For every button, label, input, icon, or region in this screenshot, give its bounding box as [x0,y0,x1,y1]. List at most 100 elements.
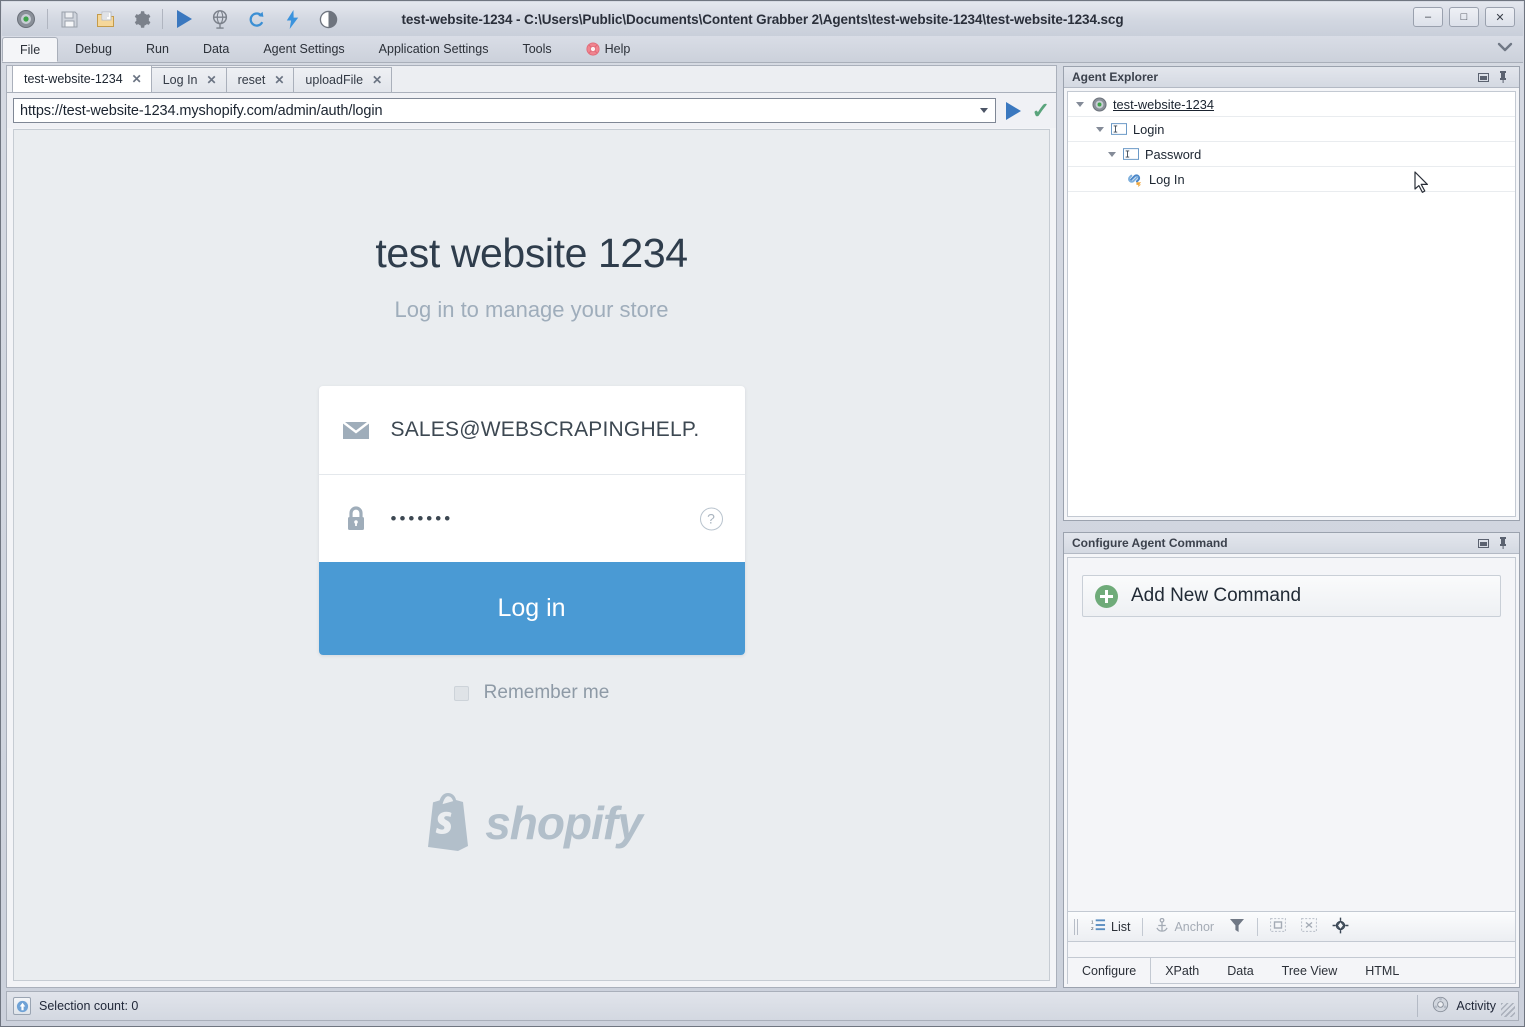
run-icon[interactable] [166,5,202,33]
select-box-icon [1270,918,1286,935]
resize-grip[interactable] [1501,1003,1515,1017]
tab-configure[interactable]: Configure [1067,958,1152,984]
tree-node-label: Log In [1149,171,1185,187]
pin-icon[interactable] [1493,535,1513,551]
refresh-icon[interactable] [238,5,274,33]
maximize-button[interactable]: □ [1449,7,1479,27]
tree-node-test-website-1234[interactable]: test-website-1234 [1068,92,1515,117]
tree-node-password[interactable]: Password [1068,142,1515,167]
contrast-icon[interactable] [310,5,346,33]
float-window-icon[interactable] [1473,535,1493,551]
help-icon[interactable]: ? [699,507,723,530]
agent-tree[interactable]: test-website-1234 Login Password Log In [1067,91,1516,517]
menu-item-file-label: File [20,42,41,57]
list-button-label: List [1111,919,1131,934]
status-bar: Selection count: 0 Activity [6,991,1519,1021]
target-button[interactable] [1326,914,1355,939]
navigate-button[interactable] [1005,101,1021,120]
link-action-icon [1124,171,1146,187]
menu-item-agent-settings[interactable]: Agent Settings [246,36,361,62]
chevron-down-icon[interactable] [979,108,988,113]
tab-data[interactable]: Data [1213,958,1267,984]
envelope-icon [341,420,371,441]
menu-item-file[interactable]: File [2,37,59,62]
target-icon [1332,917,1349,937]
agent-root-icon [1088,96,1110,112]
globe-icon[interactable] [202,5,238,33]
lightning-icon[interactable] [274,5,310,33]
remember-me-checkbox[interactable] [453,685,469,701]
anchor-button[interactable]: Anchor [1149,914,1220,939]
browser-tab-uploadfile[interactable]: uploadFile ✕ [293,67,393,92]
tab-html[interactable]: HTML [1351,958,1413,984]
activity-icon [1432,996,1449,1016]
close-icon[interactable]: ✕ [274,73,284,87]
tree-node-log-in[interactable]: Log In [1068,167,1515,192]
shopify-logo: shopify [14,789,1049,856]
log-in-button[interactable]: Log in [318,562,745,655]
menu-item-application-settings[interactable]: Application Settings [362,36,506,62]
minimize-button[interactable]: – [1413,7,1443,27]
configure-panel-header: Configure Agent Command [1064,533,1519,554]
expand-toggle-icon[interactable] [1092,126,1108,132]
browser-tab-test-website-1234[interactable]: test-website-1234 ✕ [12,65,152,92]
activity-indicator[interactable]: Activity [1417,995,1512,1017]
check-icon[interactable]: ✓ [1032,99,1050,122]
open-folder-icon[interactable] [87,5,123,33]
menu-item-debug-label: Debug [75,42,112,56]
settings-gear-icon[interactable] [123,5,159,33]
tab-xpath[interactable]: XPath [1151,958,1213,984]
toolbar-divider [1142,917,1144,936]
tab-data-label: Data [1227,964,1254,978]
toolbar-divider-2 [1257,917,1259,936]
email-field-row[interactable]: SALES@WEBSCRAPINGHELP. [319,386,745,474]
menu-item-data[interactable]: Data [186,36,246,62]
page-subtitle: Log in to manage your store [394,297,669,322]
float-window-icon[interactable] [1473,69,1493,85]
web-page-viewport: test website 1234 Log in to manage your … [13,129,1050,981]
tree-node-login[interactable]: Login [1068,117,1515,142]
remember-me-label: Remember me [483,682,610,703]
expand-toggle-icon[interactable] [1072,101,1088,107]
tree-node-label: Login [1133,121,1165,137]
anchor-button-label: Anchor [1174,919,1215,934]
expand-toggle-icon[interactable] [1104,151,1120,157]
close-icon[interactable]: ✕ [132,72,142,86]
tab-tree-view[interactable]: Tree View [1268,958,1352,984]
chevron-down-icon[interactable] [1497,40,1513,56]
list-button[interactable]: 1 2 List [1085,914,1136,939]
menu-item-run-label: Run [146,42,169,56]
url-text: https://test-website-1234.myshopify.com/… [20,102,383,119]
text-input-icon [1108,123,1130,135]
url-input[interactable]: https://test-website-1234.myshopify.com/… [13,98,996,123]
quick-access-toolbar [2,5,346,33]
selection-icon [13,997,31,1015]
tab-tree-view-label: Tree View [1281,964,1338,978]
add-new-command-button[interactable]: Add New Command [1082,575,1501,617]
tab-xpath-label: XPath [1165,964,1200,978]
menu-item-help[interactable]: Help [569,36,648,62]
menu-item-debug[interactable]: Debug [58,36,129,62]
menu-item-tools[interactable]: Tools [505,36,568,62]
browser-tab-reset[interactable]: reset ✕ [225,67,295,92]
close-icon[interactable]: ✕ [372,73,382,87]
menu-item-run[interactable]: Run [129,36,186,62]
browser-tab-label: reset [237,73,266,87]
anchor-icon [1155,917,1169,936]
save-icon[interactable] [51,5,87,33]
list-icon: 1 2 [1091,918,1106,935]
pin-icon[interactable] [1493,69,1513,85]
shopify-wordmark: shopify [485,796,643,849]
drag-grip[interactable] [1074,918,1080,935]
close-button[interactable]: ✕ [1485,7,1515,27]
password-field-row[interactable]: ••••••• ? [318,474,745,562]
agent-icon[interactable] [8,5,44,33]
clear-selection-button[interactable] [1295,914,1323,939]
browser-tab-bar: test-website-1234 ✕ Log In ✕ reset ✕ upl… [7,65,1056,93]
filter-button[interactable] [1223,914,1251,939]
selection-count-label: Selection count: 0 [39,999,139,1013]
close-icon[interactable]: ✕ [207,73,217,87]
select-element-button[interactable] [1264,914,1292,939]
browser-tab-log-in[interactable]: Log In ✕ [150,67,227,92]
configure-panel-title: Configure Agent Command [1072,536,1228,550]
